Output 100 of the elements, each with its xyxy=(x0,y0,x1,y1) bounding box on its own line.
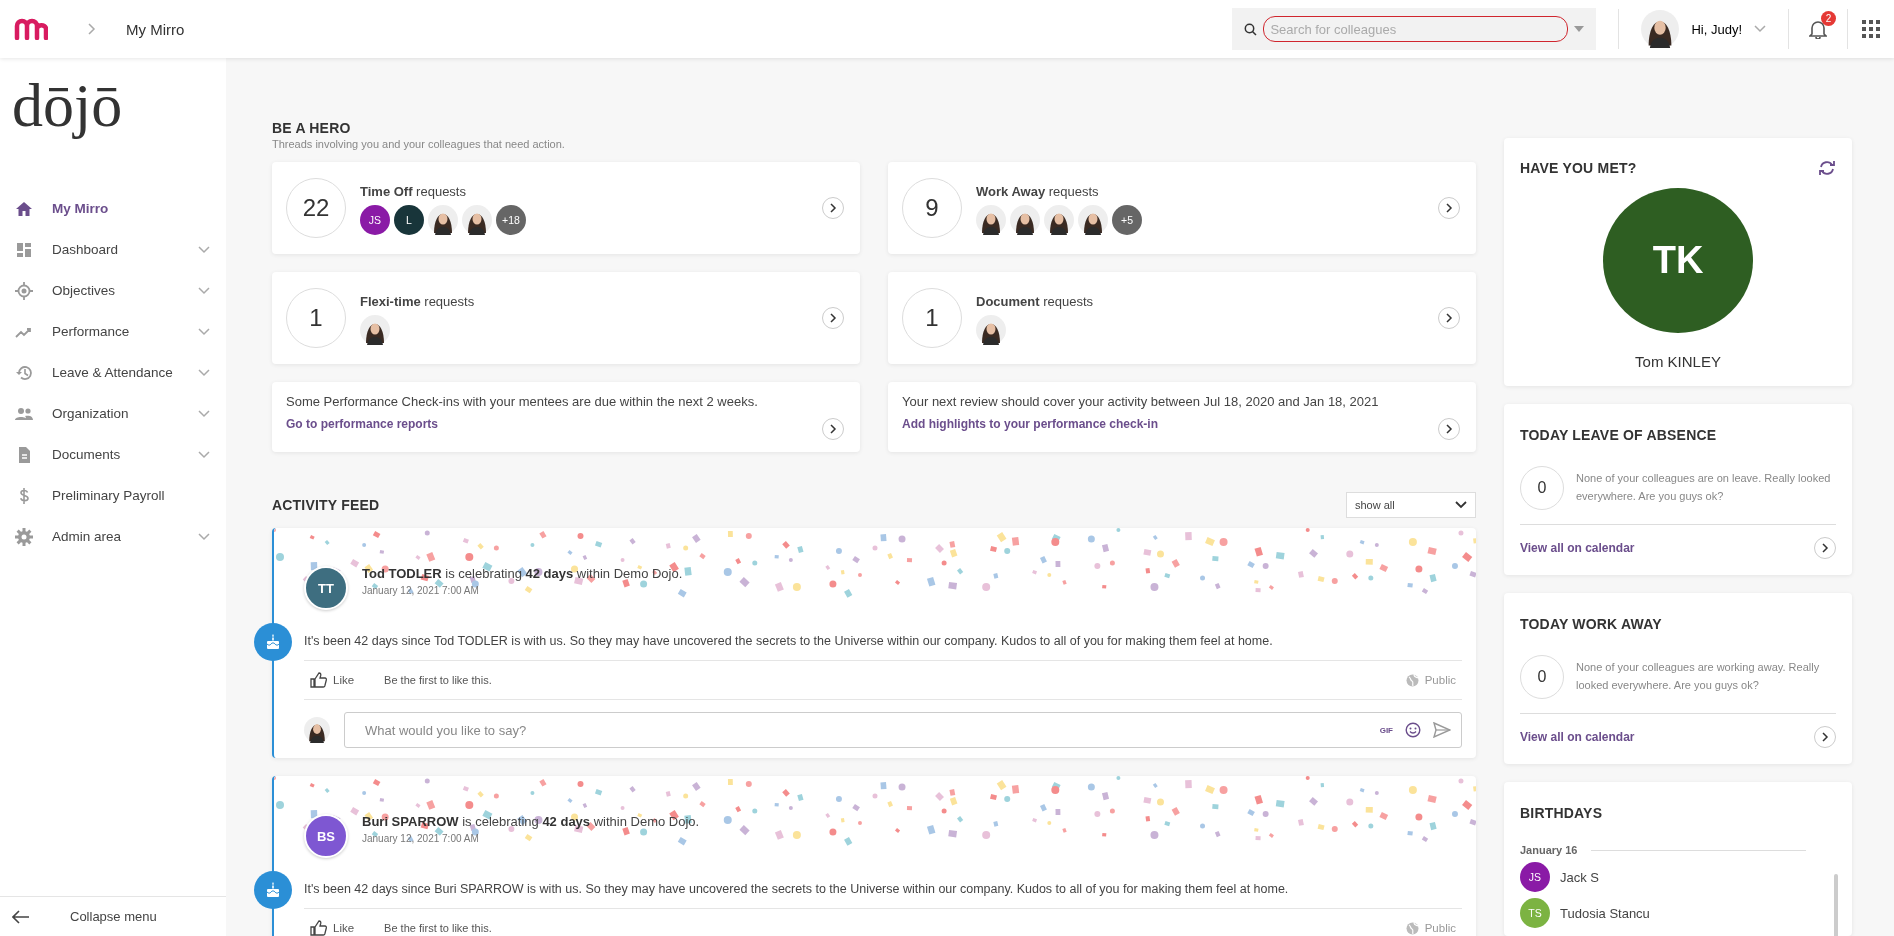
gif-button[interactable]: GIF xyxy=(1379,725,1393,735)
arrow-left-icon xyxy=(12,909,30,924)
notification-badge: 2 xyxy=(1821,11,1836,26)
next-button[interactable] xyxy=(822,307,844,329)
settings-icon xyxy=(14,526,34,547)
chevron-down-icon xyxy=(1754,25,1766,33)
avatar: TS xyxy=(1520,898,1550,928)
person-avatar xyxy=(1010,205,1040,235)
person-name: Jack S xyxy=(1560,869,1599,885)
search-icon xyxy=(1244,22,1258,36)
nav-item[interactable]: Preliminary Payroll xyxy=(0,475,226,517)
collapse-menu-button[interactable]: Collapse menu xyxy=(0,896,226,936)
visibility-label: Public xyxy=(1405,921,1456,935)
chevron-right-icon xyxy=(1821,732,1829,742)
colleague-name: Tom KINLEY xyxy=(1635,353,1721,370)
visibility-label: Public xyxy=(1405,673,1456,687)
nav-item[interactable]: Dashboard xyxy=(0,229,226,271)
person-avatar xyxy=(1078,205,1108,235)
like-hint: Be the first to like this. xyxy=(384,922,492,934)
next-button[interactable] xyxy=(1814,537,1836,559)
avatar: TT xyxy=(304,566,348,610)
nav-item[interactable]: Documents xyxy=(0,434,226,476)
card-title: TODAY WORK AWAY xyxy=(1520,616,1662,632)
avatar: BS xyxy=(304,814,348,858)
search-field[interactable]: Search for colleagues xyxy=(1232,8,1597,50)
globe-icon xyxy=(1405,673,1419,687)
post-date: January 12, 2021 7:00 AM xyxy=(362,585,480,596)
card-title: TODAY LEAVE OF ABSENCE xyxy=(1520,427,1717,443)
post-date: January 12, 2021 7:00 AM xyxy=(362,833,480,844)
card-title: HAVE YOU MET? xyxy=(1520,160,1637,176)
notice-link[interactable]: Go to performance reports xyxy=(286,417,758,431)
user-menu[interactable]: Hi, Judy! xyxy=(1619,10,1788,48)
notice-link[interactable]: Add highlights to your performance check-in xyxy=(902,417,1379,431)
comment-field[interactable]: What would you like to say? GIF xyxy=(344,712,1462,748)
send-icon[interactable] xyxy=(1433,722,1451,738)
chevron-right-icon xyxy=(829,203,837,213)
notice-text: Your next review should cover your activity between Jul 18, 2020 and Jan 18, 2021 xyxy=(902,394,1379,409)
person-avatar xyxy=(976,315,1006,345)
person-avatar xyxy=(428,205,458,235)
user-avatar xyxy=(304,717,330,743)
chevron-right-icon xyxy=(1821,543,1829,553)
avatar: L xyxy=(394,205,424,235)
chevron-right-icon xyxy=(1445,203,1453,213)
notice-text: Some Performance Check-ins with your mentees are due within the next 2 weeks. xyxy=(286,394,758,409)
chevron-right-icon xyxy=(88,23,96,35)
request-label: Time Off requests xyxy=(360,184,467,199)
nav-item[interactable]: Admin area xyxy=(0,516,226,558)
breadcrumb: My Mirro xyxy=(126,20,185,38)
avatar: JS xyxy=(1520,862,1550,892)
section-title: ACTIVITY FEED xyxy=(272,497,380,513)
next-button[interactable] xyxy=(1438,197,1460,219)
request-label: Document requests xyxy=(976,294,1095,309)
nav-item[interactable]: Leave & Attendance xyxy=(0,352,226,394)
more-count: +5 xyxy=(1112,205,1142,235)
refresh-icon[interactable] xyxy=(1818,160,1836,176)
next-button[interactable] xyxy=(822,418,844,440)
next-button[interactable] xyxy=(1438,307,1460,329)
nav-item[interactable]: My Mirro xyxy=(0,188,226,230)
nav-item[interactable]: Organization xyxy=(0,393,226,435)
emoji-icon[interactable] xyxy=(1405,722,1421,738)
chevron-right-icon xyxy=(1445,424,1453,434)
like-button[interactable]: Like xyxy=(310,672,355,688)
request-count: 22 xyxy=(286,178,346,238)
chevron-down-icon xyxy=(1455,501,1467,509)
person-avatar xyxy=(360,315,390,345)
person-avatar xyxy=(1044,205,1074,235)
post-text: It's been 42 days since Buri SPARROW is with us. So they may have uncovered the secrets to the Universe within our company. Kudos to all of you for making them feel at home. xyxy=(304,882,1462,909)
logo: dōjō xyxy=(12,70,123,141)
avatar: TK xyxy=(1603,188,1753,333)
chevron-right-icon xyxy=(829,313,837,323)
request-label: Flexi-time requests xyxy=(360,294,476,309)
nav-item[interactable]: Performance xyxy=(0,311,226,353)
chevron-right-icon xyxy=(829,424,837,434)
more-count: +18 xyxy=(496,205,526,235)
card-title: BIRTHDAYS xyxy=(1520,805,1603,821)
like-hint: Be the first to like this. xyxy=(384,674,492,686)
empty-message: None of your colleagues are working away. Really looked everywhere. Are you guys ok? xyxy=(1576,660,1821,693)
person-avatar xyxy=(976,205,1006,235)
user-avatar xyxy=(1641,10,1680,48)
nav-item[interactable]: Objectives xyxy=(0,270,226,312)
calendar-link[interactable]: View all on calendar xyxy=(1520,730,1635,744)
post-title: Buri SPARROW is celebrating 42 days within Demo Dojo. xyxy=(362,814,700,829)
calendar-link[interactable]: View all on calendar xyxy=(1520,541,1635,555)
next-button[interactable] xyxy=(1814,726,1836,748)
date-label: January 16 xyxy=(1520,844,1578,856)
like-button[interactable]: Like xyxy=(310,920,355,936)
empty-message: None of your colleagues are on leave. Really looked everywhere. Are you guys ok? xyxy=(1576,471,1832,504)
post-title: Tod TODLER is celebrating 42 days within Demo Dojo. xyxy=(362,566,683,581)
section-title: BE A HERO xyxy=(272,120,352,136)
logo-icon xyxy=(14,18,48,40)
next-button[interactable] xyxy=(822,197,844,219)
bell-icon xyxy=(1809,19,1827,39)
next-button[interactable] xyxy=(1438,418,1460,440)
chevron-right-icon xyxy=(1445,313,1453,323)
filter-dropdown[interactable]: show all xyxy=(1346,492,1476,518)
person-name: Tudosia Stancu xyxy=(1560,905,1650,921)
request-label: Work Away requests xyxy=(976,184,1100,199)
post-text: It's been 42 days since Tod TODLER is with us. So they may have uncovered the secrets to the Universe within our company. Kudos to all of you for making them feel at home. xyxy=(304,634,1462,661)
target-icon xyxy=(14,280,34,301)
avatar: JS xyxy=(360,205,390,235)
